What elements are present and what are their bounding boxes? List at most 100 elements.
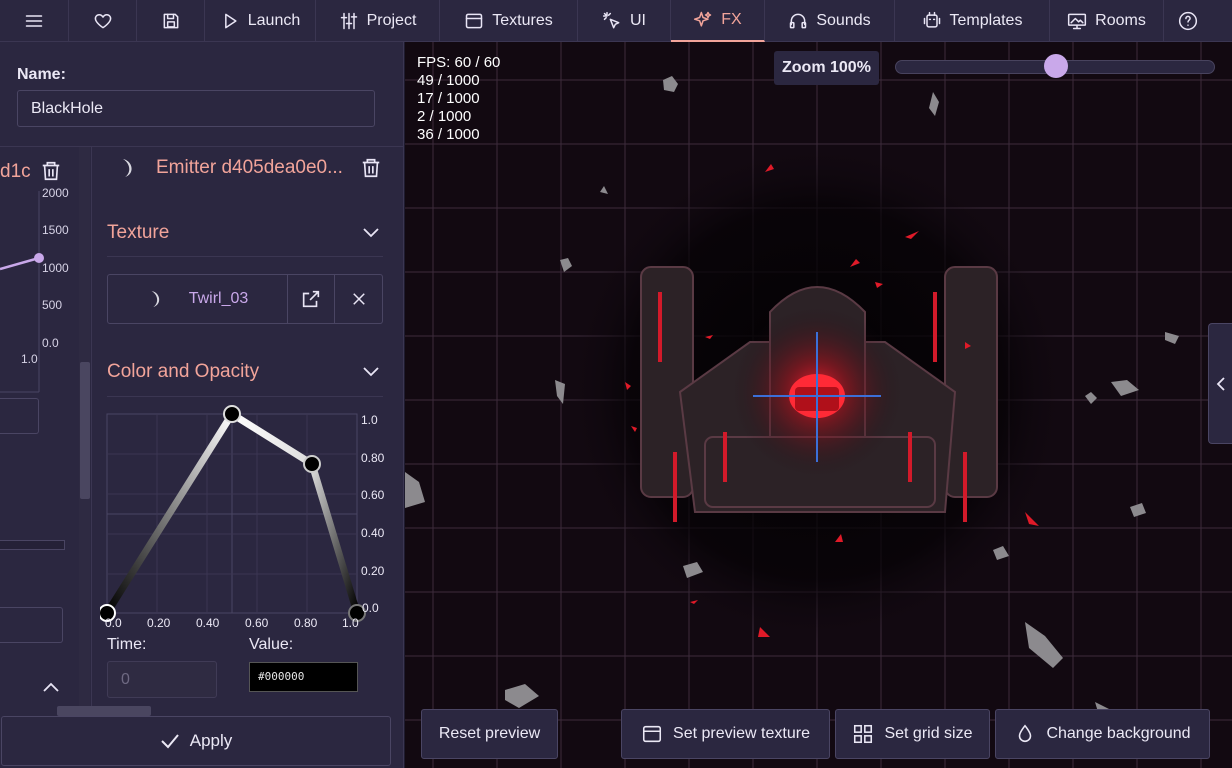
section-divider bbox=[107, 256, 383, 257]
horizontal-scrollbar-thumb[interactable] bbox=[57, 706, 151, 716]
droplet-icon bbox=[1019, 724, 1032, 743]
textures-icon bbox=[466, 13, 483, 29]
tab-rooms-label: Rooms bbox=[1095, 12, 1146, 29]
particle-count: 17 / 1000 bbox=[417, 90, 480, 107]
opacity-curve-editor[interactable] bbox=[100, 404, 390, 634]
curve-x-tick: 0.20 bbox=[147, 616, 171, 630]
column-separator bbox=[91, 147, 92, 707]
save-icon bbox=[163, 13, 178, 29]
apply-button[interactable]: Apply bbox=[1, 716, 391, 766]
graph-tick: 2000 bbox=[42, 186, 69, 200]
trash-icon[interactable] bbox=[40, 159, 62, 183]
curve-y-tick: 1.0 bbox=[361, 413, 378, 427]
emitter-header: Emitter d405dea0e0... bbox=[118, 156, 343, 180]
graph-tick: 500 bbox=[42, 298, 63, 312]
curve-x-tick: 1.0 bbox=[342, 616, 359, 630]
tab-fx[interactable]: FX bbox=[671, 0, 765, 42]
zoom-slider-handle[interactable] bbox=[1044, 54, 1068, 78]
reset-preview-button[interactable]: Reset preview bbox=[421, 709, 558, 759]
collapse-side-panel-button[interactable] bbox=[1208, 323, 1232, 444]
apply-label: Apply bbox=[189, 731, 233, 750]
chevron-down-icon[interactable] bbox=[362, 365, 380, 377]
vertical-scrollbar-thumb[interactable] bbox=[80, 362, 90, 499]
tab-project[interactable]: Project bbox=[316, 0, 440, 42]
emitter-title: Emitter d405dea0e0... bbox=[156, 157, 343, 178]
texture-select-button[interactable]: Twirl_03 bbox=[108, 275, 288, 323]
close-icon bbox=[352, 293, 365, 305]
time-label: Time: bbox=[107, 636, 147, 653]
twirl-texture-icon bbox=[123, 159, 132, 177]
curve-x-tick: 0.80 bbox=[294, 616, 318, 630]
particle-count: 36 / 1000 bbox=[417, 126, 480, 143]
curve-point bbox=[303, 455, 321, 473]
emitter-column-1: d1c 2000 1500 1000 500 0.0 1.0 bbox=[0, 147, 78, 707]
color-value-input[interactable]: #000000 bbox=[249, 662, 358, 692]
emitter-1-range-bar[interactable] bbox=[0, 540, 65, 550]
tab-ui-label: UI bbox=[630, 12, 646, 29]
tab-sounds-label: Sounds bbox=[816, 12, 871, 29]
change-background-label: Change background bbox=[1046, 725, 1191, 742]
chevron-down-icon[interactable] bbox=[362, 226, 380, 238]
fps-stats: FPS: 60 / 60 49 / 1000 17 / 1000 2 / 100… bbox=[417, 54, 500, 144]
clear-texture-button[interactable] bbox=[335, 275, 382, 323]
sliders-icon bbox=[340, 12, 357, 30]
texture-frame-icon bbox=[642, 725, 662, 743]
emitter-1-field[interactable] bbox=[0, 607, 63, 643]
time-input[interactable]: 0 bbox=[107, 661, 217, 698]
menu-button[interactable] bbox=[0, 0, 69, 42]
fx-preview-canvas[interactable]: FPS: 60 / 60 49 / 1000 17 / 1000 2 / 100… bbox=[405, 42, 1232, 768]
tab-textures[interactable]: Textures bbox=[440, 0, 578, 42]
section-divider bbox=[107, 396, 383, 397]
curve-x-tick: 0.60 bbox=[245, 616, 269, 630]
curve-x-tick: 0.40 bbox=[196, 616, 220, 630]
tab-sounds[interactable]: Sounds bbox=[765, 0, 895, 42]
emitter-1-field[interactable] bbox=[0, 398, 39, 434]
texture-picker: Twirl_03 bbox=[107, 274, 383, 324]
fps-readout: FPS: 60 / 60 bbox=[417, 54, 501, 71]
hamburger-menu-icon bbox=[25, 15, 43, 27]
launch-button[interactable]: Launch bbox=[205, 0, 316, 42]
curve-y-tick: 0.40 bbox=[361, 526, 385, 540]
curve-y-tick: 0.20 bbox=[361, 564, 385, 578]
grid-icon bbox=[854, 724, 873, 744]
emitter-1-title: d1c bbox=[0, 161, 31, 182]
launch-label: Launch bbox=[247, 12, 301, 29]
tab-ui[interactable]: UI bbox=[578, 0, 671, 42]
headphones-icon bbox=[790, 13, 807, 29]
preview-scene bbox=[405, 42, 1232, 768]
chevron-up-icon[interactable] bbox=[42, 681, 60, 693]
tab-templates[interactable]: Templates bbox=[895, 0, 1050, 42]
monitor-image-icon bbox=[1068, 13, 1087, 30]
open-texture-button[interactable] bbox=[288, 275, 335, 323]
graph-tick: 0.0 bbox=[42, 336, 59, 350]
set-preview-texture-button[interactable]: Set preview texture bbox=[621, 709, 830, 759]
particle-count: 2 / 1000 bbox=[417, 108, 472, 125]
save-button[interactable] bbox=[137, 0, 205, 42]
trash-icon[interactable] bbox=[360, 156, 382, 180]
heart-icon bbox=[94, 14, 111, 29]
graph-x-tick: 1.0 bbox=[21, 352, 38, 366]
tab-rooms[interactable]: Rooms bbox=[1050, 0, 1164, 42]
curve-y-tick: 0.60 bbox=[361, 488, 385, 502]
particle-count: 49 / 1000 bbox=[417, 72, 480, 89]
texture-name: Twirl_03 bbox=[188, 290, 249, 307]
curve-point bbox=[223, 405, 241, 423]
chevron-left-icon bbox=[1216, 376, 1225, 391]
tab-fx-label: FX bbox=[721, 11, 742, 28]
graph-tick: 1500 bbox=[42, 223, 69, 237]
texture-section-title[interactable]: Texture bbox=[107, 222, 169, 244]
curve-y-tick: 0.0 bbox=[362, 601, 379, 615]
graph-tick: 1000 bbox=[42, 261, 69, 275]
name-input[interactable]: BlackHole bbox=[17, 90, 375, 127]
pointer-click-icon bbox=[602, 11, 620, 29]
zoom-label: Zoom 100% bbox=[774, 51, 879, 85]
change-background-button[interactable]: Change background bbox=[995, 709, 1210, 759]
help-circle-icon bbox=[1178, 11, 1198, 31]
curve-grid bbox=[106, 413, 358, 614]
top-navigation: Launch Project Textures UI FX Sounds Tem… bbox=[0, 0, 1232, 42]
favorite-button[interactable] bbox=[69, 0, 137, 42]
color-section-title[interactable]: Color and Opacity bbox=[107, 361, 259, 383]
help-button[interactable] bbox=[1164, 0, 1212, 42]
value-label: Value: bbox=[249, 636, 294, 653]
set-grid-size-button[interactable]: Set grid size bbox=[835, 709, 990, 759]
